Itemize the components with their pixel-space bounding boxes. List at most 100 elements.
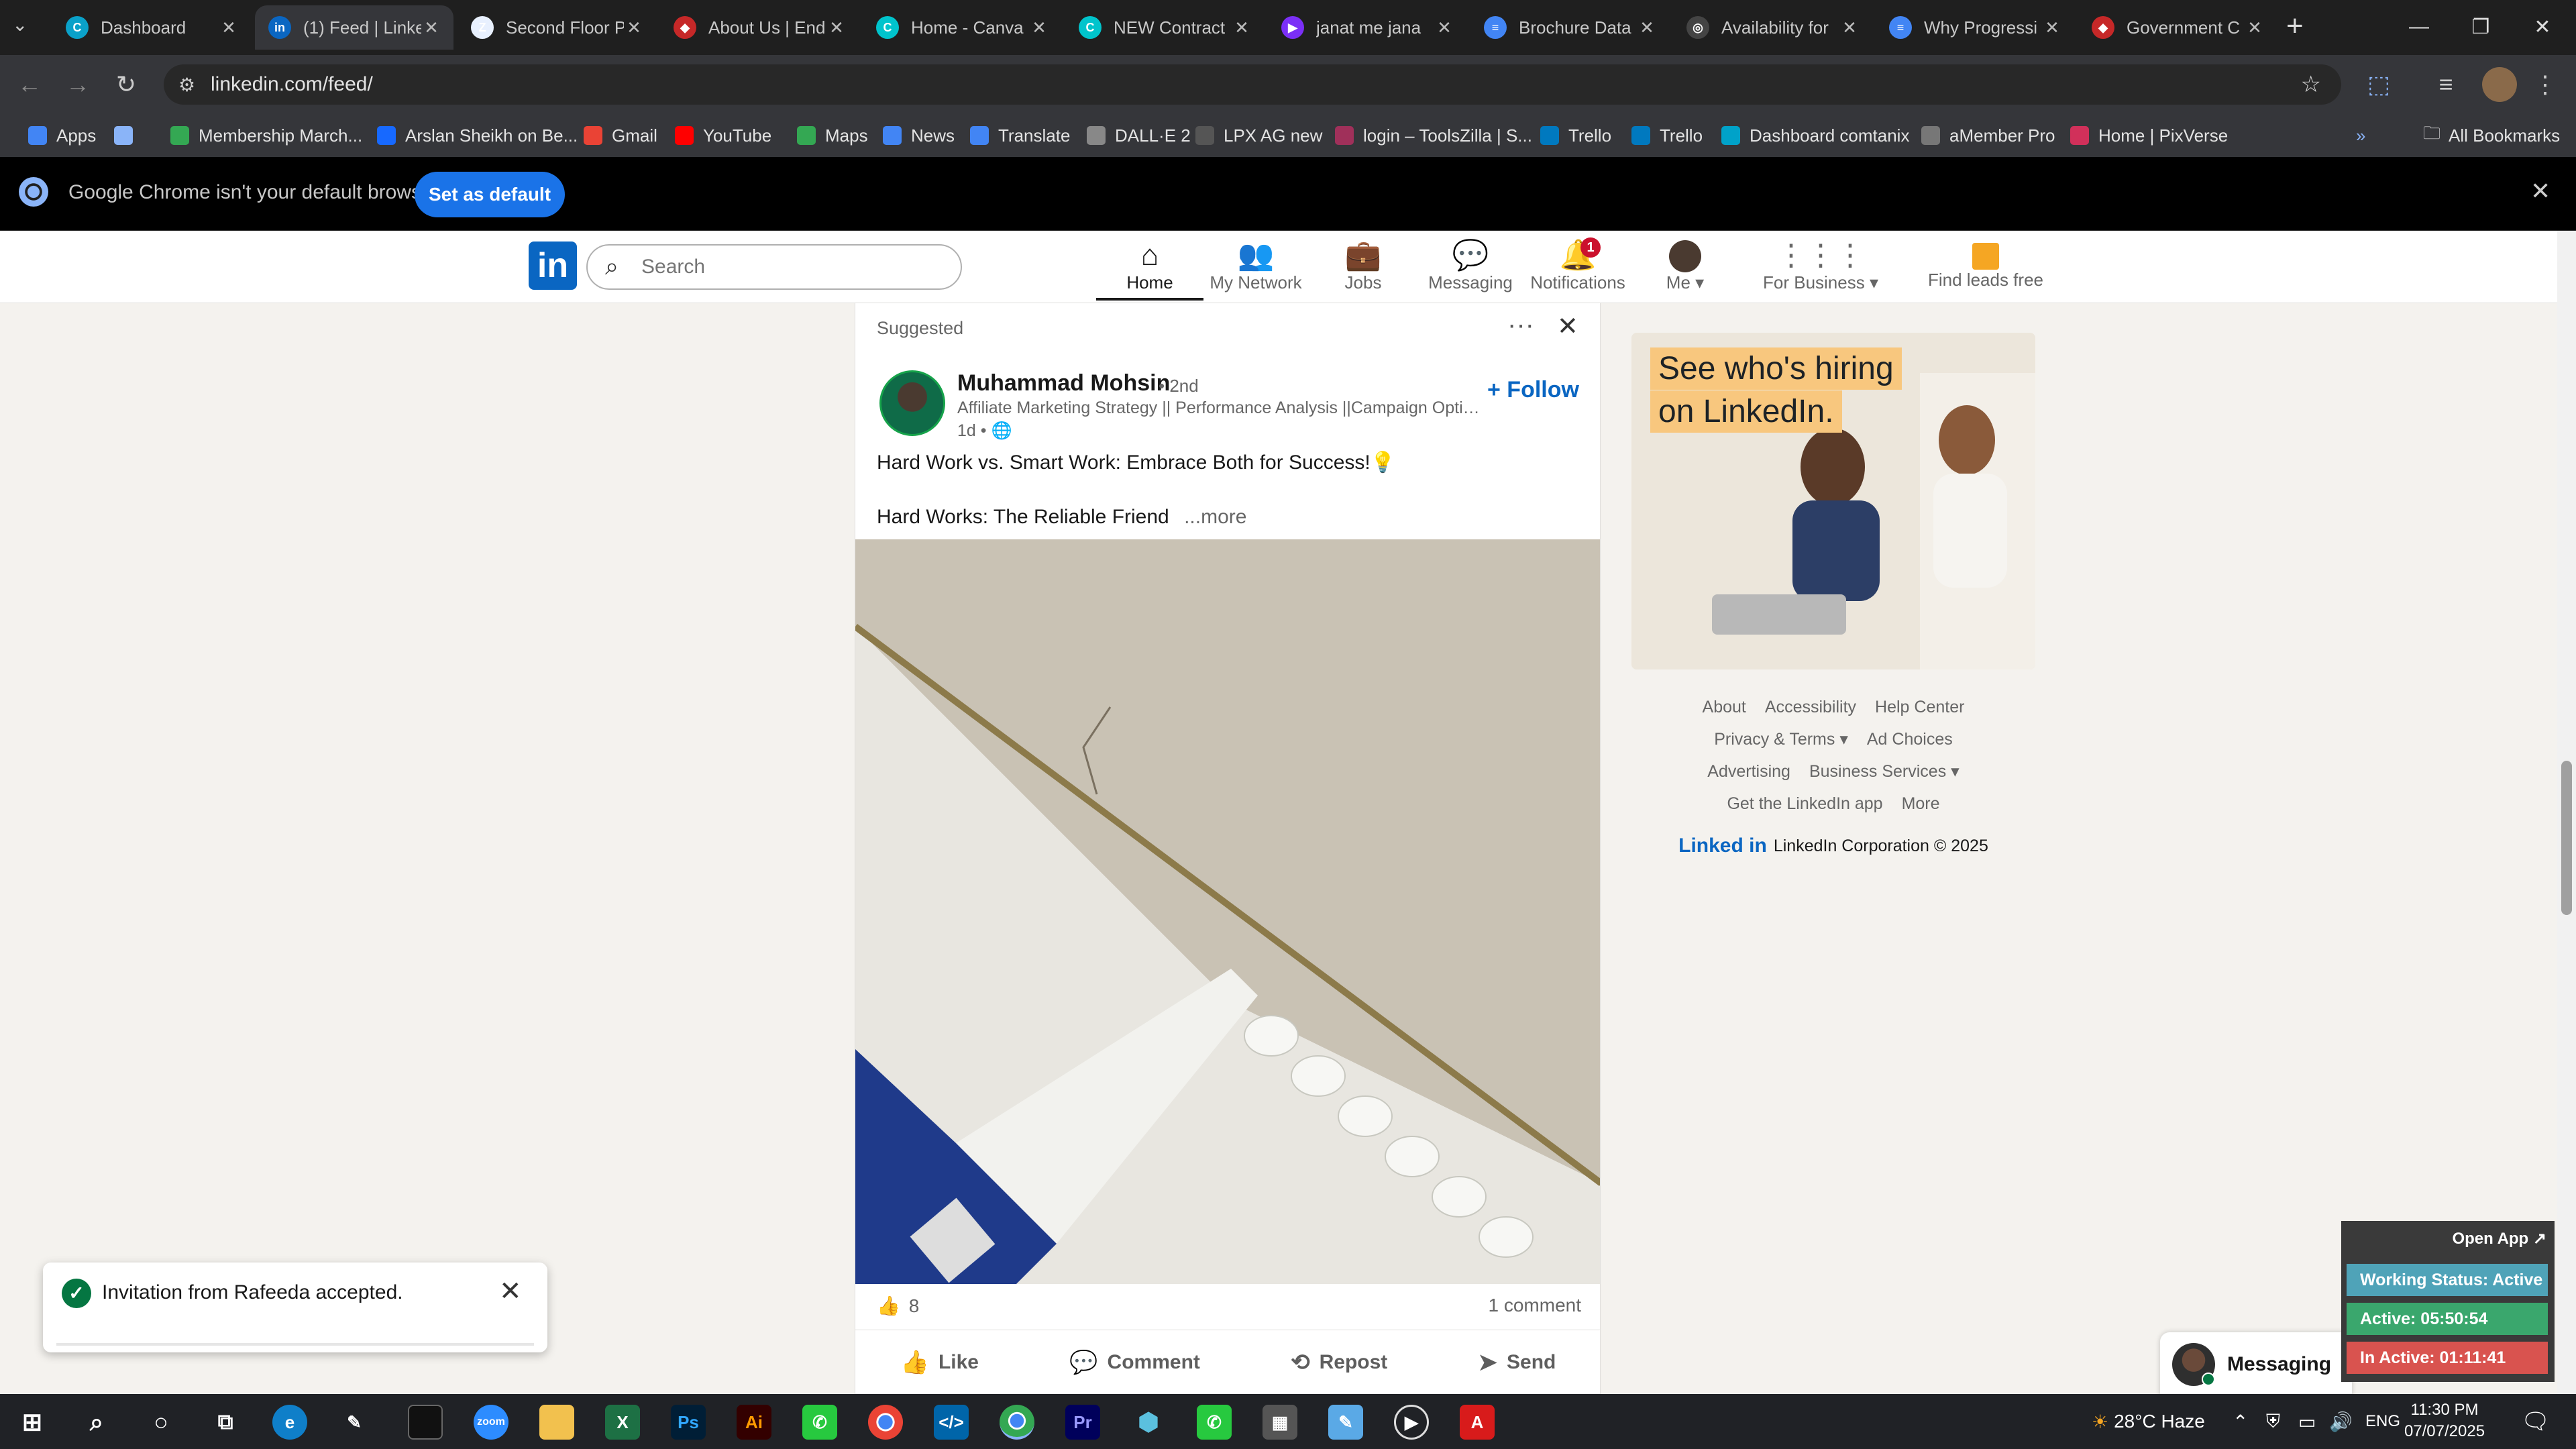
bookmark-star-icon[interactable]: ☆: [2301, 71, 2321, 98]
tab-11[interactable]: ◆ Government C ✕: [2078, 5, 2277, 50]
bookmark-8[interactable]: News: [883, 121, 955, 150]
nav-home[interactable]: ⌂ Home: [1096, 239, 1203, 301]
footer-link[interactable]: Ad Choices: [1867, 730, 1953, 749]
bookmarks-overflow-icon[interactable]: »: [2356, 121, 2365, 150]
bookmark-4[interactable]: Arslan Sheikh on Be...: [377, 121, 578, 150]
zoom-icon[interactable]: zoom: [474, 1405, 508, 1440]
bookmark-14[interactable]: Trello: [1631, 121, 1703, 150]
bookmark-15[interactable]: Dashboard comtanix: [1721, 121, 1909, 150]
minimize-button[interactable]: —: [2388, 0, 2450, 54]
close-tab-icon[interactable]: ✕: [2245, 17, 2265, 38]
tab-5[interactable]: C Home - Canva ✕: [863, 5, 1061, 50]
system-clock[interactable]: 11:30 PM 07/07/2025: [2398, 1399, 2491, 1442]
chrome-icon[interactable]: [868, 1405, 903, 1440]
start-icon[interactable]: ⊞: [15, 1405, 50, 1440]
see-more-link[interactable]: ...more: [1184, 506, 1246, 528]
vscode-icon[interactable]: </>: [934, 1405, 969, 1440]
search-input[interactable]: [641, 256, 936, 278]
bookmark-2[interactable]: [114, 121, 142, 150]
bookmark-13[interactable]: Trello: [1540, 121, 1611, 150]
footer-link[interactable]: More: [1902, 794, 1940, 814]
like-button[interactable]: 👍 Like: [901, 1349, 979, 1376]
close-tab-icon[interactable]: ✕: [1232, 17, 1252, 38]
footer-link[interactable]: Advertising: [1707, 762, 1790, 782]
nav-messaging[interactable]: 💬 Messaging: [1417, 239, 1524, 301]
repost-button[interactable]: ⟲ Repost: [1291, 1349, 1387, 1376]
footer-link[interactable]: Help Center: [1875, 698, 1964, 717]
security-icon[interactable]: ⛨: [2266, 1394, 2280, 1449]
weather-widget[interactable]: ☀ 28°C Haze: [2092, 1394, 2205, 1449]
reaction-count[interactable]: 8: [909, 1295, 920, 1316]
edge-icon[interactable]: e: [272, 1405, 307, 1440]
nav-my-network[interactable]: 👥 My Network: [1202, 239, 1309, 301]
reload-button[interactable]: ↻: [110, 68, 142, 101]
tray-chevron-icon[interactable]: ⌃: [2233, 1394, 2248, 1449]
send-button[interactable]: ➤ Send: [1479, 1349, 1556, 1376]
bookmark-10[interactable]: DALL·E 2: [1087, 121, 1191, 150]
back-button[interactable]: ←: [13, 68, 46, 101]
tab-8[interactable]: ≡ Brochure Data ✕: [1470, 5, 1669, 50]
tab-6[interactable]: C NEW Contract ✕: [1065, 5, 1264, 50]
bookmark-5[interactable]: Gmail: [584, 121, 657, 150]
close-tab-icon[interactable]: ✕: [219, 17, 239, 38]
restore-button[interactable]: ❐: [2450, 0, 2512, 54]
post-menu-icon[interactable]: ···: [1507, 310, 1534, 340]
media-control-icon[interactable]: ≡: [2430, 68, 2462, 101]
follow-button[interactable]: + Follow: [1487, 377, 1579, 403]
page-scrollbar[interactable]: [2557, 231, 2576, 1394]
close-tab-icon[interactable]: ✕: [1434, 17, 1454, 38]
all-bookmarks-button[interactable]: 🗀 All Bookmarks: [2423, 121, 2560, 150]
task-view-icon[interactable]: ⧉: [208, 1405, 243, 1440]
acrobat-icon[interactable]: A: [1460, 1405, 1495, 1440]
tab-9[interactable]: ◎ Availability for ✕: [1673, 5, 1872, 50]
footer-link[interactable]: About: [1703, 698, 1746, 717]
cortana-icon[interactable]: ○: [144, 1405, 178, 1440]
premiere-icon[interactable]: Pr: [1065, 1405, 1100, 1440]
nav-for-business[interactable]: ⋮⋮⋮ For Business ▾: [1754, 239, 1888, 301]
close-tab-icon[interactable]: ✕: [421, 17, 441, 38]
close-toast-icon[interactable]: ✕: [499, 1276, 522, 1307]
open-app-link[interactable]: Open App ↗: [2452, 1229, 2546, 1248]
language-indicator[interactable]: ENG: [2365, 1394, 2400, 1449]
footer-link[interactable]: Accessibility: [1765, 698, 1856, 717]
messaging-overlay[interactable]: Messaging: [2160, 1332, 2352, 1397]
bookmark-1[interactable]: Apps: [28, 121, 96, 150]
nav-me[interactable]: Me ▾: [1631, 239, 1739, 301]
footer-link[interactable]: Privacy & Terms ▾: [1714, 729, 1848, 749]
notes-icon[interactable]: ✎: [1328, 1405, 1363, 1440]
tab-2[interactable]: in (1) Feed | LinkedIn✕: [255, 5, 453, 50]
close-tab-icon[interactable]: ✕: [1839, 17, 1860, 38]
search-box[interactable]: ⌕: [586, 244, 962, 290]
close-infobar-icon[interactable]: ✕: [2530, 177, 2551, 205]
nav-jobs[interactable]: 💼 Jobs: [1309, 239, 1417, 301]
post-image[interactable]: [855, 539, 1600, 1284]
extensions-icon[interactable]: ⬚: [2363, 68, 2395, 101]
excel-icon[interactable]: X: [605, 1405, 640, 1440]
app-icon[interactable]: ⬢: [1131, 1405, 1166, 1440]
close-tab-icon[interactable]: ✕: [1637, 17, 1657, 38]
network-icon[interactable]: ▭: [2298, 1394, 2316, 1449]
nav-notifications[interactable]: 🔔 Notifications: [1524, 239, 1631, 301]
comment-count[interactable]: 1 comment: [1489, 1295, 1582, 1316]
photoshop-icon[interactable]: Ps: [671, 1405, 706, 1440]
tab-3[interactable]: Z Second Floor P ✕: [458, 5, 656, 50]
search-icon[interactable]: ⌕: [79, 1405, 114, 1440]
close-window-button[interactable]: ✕: [2512, 0, 2573, 54]
close-tab-icon[interactable]: ✕: [826, 17, 847, 38]
nav-find-leads-free[interactable]: Find leads free: [1905, 239, 2066, 301]
author-name[interactable]: Muhammad Mohsin: [957, 370, 1170, 396]
bookmark-7[interactable]: Maps: [797, 121, 868, 150]
tab-1[interactable]: C Dashboard ✕: [52, 5, 251, 50]
set-as-default-button[interactable]: Set as default: [415, 172, 565, 217]
bookmark-9[interactable]: Translate: [970, 121, 1070, 150]
bookmark-11[interactable]: LPX AG new: [1195, 121, 1322, 150]
address-bar[interactable]: ⚙ linkedin.com/feed/ ☆: [164, 64, 2341, 105]
tab-4[interactable]: ◆ About Us | End ✕: [660, 5, 859, 50]
footer-link[interactable]: Get the LinkedIn app: [1727, 794, 1882, 814]
dismiss-post-icon[interactable]: ✕: [1557, 311, 1578, 341]
author-avatar[interactable]: [879, 370, 945, 436]
hiring-ad[interactable]: See who's hiring on LinkedIn.: [1631, 333, 2035, 669]
illustrator-icon[interactable]: Ai: [737, 1405, 771, 1440]
file-explorer-icon[interactable]: [539, 1405, 574, 1440]
bookmark-16[interactable]: aMember Pro: [1921, 121, 2055, 150]
